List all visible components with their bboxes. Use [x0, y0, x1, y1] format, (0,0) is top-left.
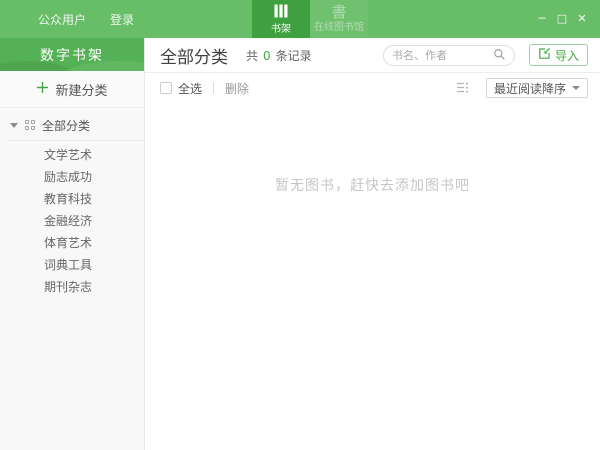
sidebar: 数字书架 新建分类 全部分类 文学艺术 励志成功 教育科技 金融经济 体育艺术 …	[0, 38, 145, 450]
tree-item-category[interactable]: 教育科技	[0, 188, 144, 210]
tree-item-category[interactable]: 金融经济	[0, 210, 144, 232]
tree-item-all-categories[interactable]: 全部分类	[0, 114, 144, 136]
tab-online-library[interactable]: 書 在线图书馆	[310, 0, 368, 38]
grid-icon	[25, 120, 35, 130]
search-icon[interactable]	[493, 46, 506, 65]
title-bar: 公众用户 登录 书架 書 在线图书馆 ─ □ ✕	[0, 0, 600, 38]
count-prefix: 共	[246, 48, 259, 63]
sort-dropdown[interactable]: 最近阅读降序	[485, 78, 588, 98]
tree-item-category[interactable]: 体育艺术	[0, 232, 144, 254]
page-title: 全部分类	[160, 47, 228, 68]
online-library-icon: 書	[331, 3, 347, 21]
category-tree: 全部分类 文学艺术 励志成功 教育科技 金融经济 体育艺术 词典工具 期刊杂志	[0, 108, 144, 298]
tree-item-category[interactable]: 励志成功	[0, 166, 144, 188]
toolbar: 全选 删除 最近阅读降序	[145, 73, 600, 103]
app-window: 公众用户 登录 书架 書 在线图书馆 ─ □ ✕ 数字书架 新建分类 全部分类 …	[0, 0, 600, 450]
minimize-button[interactable]: ─	[532, 0, 552, 38]
main-tabs: 书架 書 在线图书馆	[252, 0, 368, 38]
select-all-checkbox[interactable]	[160, 82, 172, 94]
close-button[interactable]: ✕	[572, 0, 592, 38]
sidebar-header: 数字书架	[0, 38, 144, 71]
login-link[interactable]: 登录	[110, 11, 134, 28]
new-category-button[interactable]: 新建分类	[0, 71, 144, 108]
chevron-down-icon	[10, 122, 18, 128]
tab-bookshelf[interactable]: 书架	[252, 0, 310, 38]
count-suffix: 条记录	[275, 48, 312, 63]
new-category-label: 新建分类	[55, 83, 108, 99]
import-button[interactable]: 导入	[528, 44, 588, 66]
tree-item-category[interactable]: 期刊杂志	[0, 276, 144, 298]
topbar-left: 公众用户 登录	[38, 0, 134, 38]
tab-bookshelf-label: 书架	[271, 24, 291, 35]
empty-state-message: 暂无图书，赶快去添加图书吧	[275, 178, 470, 194]
window-controls: ─ □ ✕	[532, 0, 592, 38]
divider	[213, 82, 215, 94]
delete-button[interactable]: 删除	[225, 80, 249, 97]
app-title: 数字书架	[40, 47, 104, 64]
import-label: 导入	[554, 48, 579, 63]
tree-root-label: 全部分类	[42, 118, 91, 133]
record-count: 共 0 条记录	[246, 47, 312, 64]
main-header: 全部分类 共 0 条记录 导入	[145, 38, 600, 73]
tree-item-category[interactable]: 文学艺术	[0, 144, 144, 166]
public-user-link[interactable]: 公众用户	[38, 11, 86, 28]
plus-icon	[36, 81, 49, 98]
count-value: 0	[263, 48, 271, 63]
import-icon	[538, 47, 551, 63]
list-view-icon[interactable]	[456, 79, 471, 98]
main-panel: 全部分类 共 0 条记录 导入 全选	[145, 38, 600, 450]
tree-item-category[interactable]: 词典工具	[0, 254, 144, 276]
tab-online-library-label: 在线图书馆	[314, 22, 364, 33]
bookshelf-icon	[273, 3, 289, 22]
chevron-down-icon	[572, 86, 580, 90]
select-all-label[interactable]: 全选	[178, 80, 202, 97]
search-box[interactable]	[382, 44, 515, 66]
search-input[interactable]	[391, 48, 493, 62]
maximize-button[interactable]: □	[552, 0, 572, 38]
divider	[8, 140, 144, 141]
sort-dropdown-value: 最近阅读降序	[493, 81, 566, 96]
